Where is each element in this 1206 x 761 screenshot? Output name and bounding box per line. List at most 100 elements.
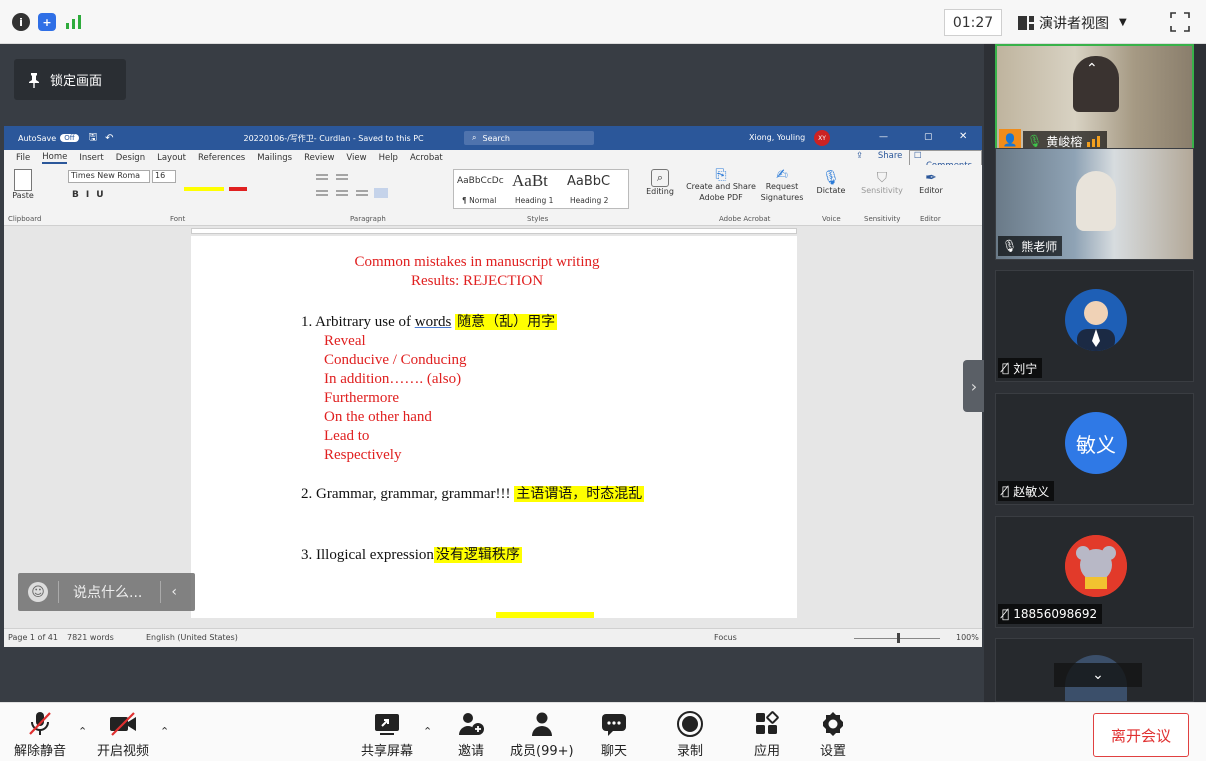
zoom-slider-thumb[interactable]	[897, 633, 900, 643]
unmute-button[interactable]: 解除静音	[14, 709, 66, 759]
gear-icon	[818, 709, 848, 739]
meeting-window: i + 01:27 演讲者视图 ▼ 锁定画面 AutoSave Off 🖫 ↶ …	[0, 0, 1206, 761]
apps-button[interactable]: 应用	[752, 709, 782, 759]
chevron-up-icon[interactable]: ⌃	[160, 725, 169, 738]
chevron-up-icon[interactable]: ⌃	[423, 725, 432, 738]
group-paragraph: Paragraph	[350, 215, 386, 223]
paragraph-tools[interactable]	[314, 171, 434, 211]
style-heading2[interactable]: Heading 2	[570, 196, 608, 205]
participant-tile[interactable]: 敏义 🎙̸ 赵敏义	[995, 393, 1194, 505]
search-placeholder: Search	[482, 133, 510, 143]
undo-icon[interactable]: ↶	[105, 133, 113, 144]
participant-tile[interactable]: 🎙̸ 刘宁	[995, 270, 1194, 382]
menu-mailings[interactable]: Mailings	[257, 153, 292, 163]
font-size-select[interactable]: 16	[152, 170, 176, 183]
chat-input-box[interactable]: ☺ 说点什么... ‹	[18, 573, 195, 611]
word-ruler[interactable]	[4, 226, 982, 236]
status-words[interactable]: 7821 words	[67, 633, 114, 642]
group-voice: Voice	[822, 215, 841, 223]
shield-icon[interactable]: +	[38, 13, 56, 31]
invite-button[interactable]: 邀请	[456, 709, 486, 759]
status-language[interactable]: English (United States)	[146, 633, 238, 642]
status-page[interactable]: Page 1 of 41	[8, 633, 58, 642]
chevron-up-icon[interactable]: ⌃	[78, 725, 87, 738]
chevron-left-icon[interactable]: ‹	[171, 584, 177, 600]
pdf-icon: ⎘	[715, 167, 727, 183]
menu-view[interactable]: View	[346, 153, 366, 163]
style-normal[interactable]: ¶ Normal	[462, 196, 496, 205]
participant-tile[interactable]: ⌄	[995, 638, 1194, 702]
editing-button[interactable]: ⌕ Editing	[645, 169, 675, 196]
menu-design[interactable]: Design	[116, 153, 145, 163]
microphone-muted-icon: 🎙̸	[1002, 607, 1010, 621]
participant-tile[interactable]: ⌃ 👤 🎙 黄峻榕	[995, 44, 1194, 156]
editor-button[interactable]: ✒ Editor	[916, 170, 946, 195]
participant-name-bar: 🎙̸ 18856098692	[998, 604, 1103, 624]
create-share-pdf-button[interactable]: ⎘ Create and Share Adobe PDF	[686, 167, 756, 203]
microphone-muted-icon: 🎙̸	[1002, 361, 1010, 375]
word-filename: 20220106-/写作卫- Curdlan - Saved to this P…	[243, 133, 424, 143]
paste-label: Paste	[12, 191, 34, 200]
word-menu-bar: File Home Insert Design Layout Reference…	[4, 150, 982, 172]
lock-screen-button[interactable]: 锁定画面	[14, 59, 126, 100]
chat-button[interactable]: 聊天	[599, 709, 629, 759]
participant-tile[interactable]: 🎙 熊老师	[995, 148, 1194, 260]
chevron-down-icon: ▼	[1119, 17, 1127, 28]
autosave-toggle[interactable]: Off	[60, 134, 79, 142]
font-color-icon[interactable]	[229, 187, 247, 191]
style-heading1[interactable]: Heading 1	[515, 196, 553, 205]
font-name-select[interactable]: Times New Roma	[68, 170, 150, 183]
group-font: Font	[170, 215, 186, 223]
settings-button[interactable]: 设置	[818, 709, 848, 759]
share-screen-button[interactable]: 共享屏幕	[361, 709, 413, 759]
doc-sub-in-addition: In addition……. (also)	[324, 371, 462, 387]
record-icon	[675, 709, 705, 739]
participant-tile[interactable]: 🎙̸ 18856098692	[995, 516, 1194, 628]
top-bar: i + 01:27 演讲者视图 ▼	[0, 0, 1206, 44]
menu-help[interactable]: Help	[379, 153, 398, 163]
sensitivity-button[interactable]: ⛉ Sensitivity	[859, 170, 905, 195]
document-page[interactable]: Common mistakes in manuscript writing Re…	[191, 236, 797, 618]
editor-label: Editor	[919, 186, 943, 195]
menu-home[interactable]: Home	[42, 152, 68, 164]
menu-insert[interactable]: Insert	[79, 153, 103, 163]
word-document-canvas[interactable]: Common mistakes in manuscript writing Re…	[4, 236, 982, 628]
leave-meeting-button[interactable]: 离开会议	[1093, 713, 1189, 757]
menu-review[interactable]: Review	[304, 153, 334, 163]
fullscreen-icon[interactable]	[1169, 11, 1191, 33]
focus-button[interactable]: Focus	[714, 633, 737, 642]
restore-icon[interactable]: ▢	[924, 132, 933, 142]
chevron-up-icon[interactable]: ⌃	[1086, 61, 1108, 77]
font-format-icons[interactable]: BIU	[72, 190, 111, 200]
participant-name-bar: 🎙̸ 赵敏义	[998, 481, 1055, 501]
microphone-icon: 🎙	[822, 170, 840, 186]
info-icon[interactable]: i	[12, 13, 30, 31]
scroll-down-button[interactable]: ⌄	[1054, 663, 1142, 687]
menu-layout[interactable]: Layout	[157, 153, 186, 163]
view-switch-button[interactable]: 演讲者视图 ▼	[1014, 9, 1154, 36]
menu-acrobat[interactable]: Acrobat	[410, 153, 443, 163]
share-screen-label: 共享屏幕	[361, 744, 414, 759]
save-icon[interactable]: 🖫	[89, 130, 98, 147]
record-button[interactable]: 录制	[675, 709, 705, 759]
request-signatures-button[interactable]: ✍ Request Signatures	[759, 168, 805, 203]
styles-gallery[interactable]: AaBbCcDc ¶ Normal AaBt Heading 1 AaBbC H…	[453, 169, 629, 209]
start-video-button[interactable]: 开启视频	[97, 709, 149, 759]
menu-file[interactable]: File	[16, 153, 30, 163]
members-button[interactable]: 成员(99+)	[510, 709, 574, 759]
minimize-icon[interactable]: —	[879, 132, 888, 142]
share-button[interactable]: ⇪ Share	[856, 151, 902, 161]
participant-name-bar: 🎙̸ 刘宁	[998, 358, 1043, 378]
emoji-icon[interactable]: ☺	[28, 582, 48, 602]
signal-icon[interactable]	[64, 13, 84, 31]
word-search-box[interactable]: ⌕ Search	[464, 131, 594, 145]
dictate-button[interactable]: 🎙 Dictate	[816, 170, 846, 195]
collapse-panel-button[interactable]: ›	[963, 360, 985, 412]
participant-name: 18856098692	[1013, 607, 1098, 621]
menu-references[interactable]: References	[198, 153, 245, 163]
paste-button[interactable]: Paste	[10, 169, 36, 200]
doc-sub-conducive: Conducive / Conducing	[324, 352, 467, 368]
close-icon[interactable]: ✕	[959, 131, 967, 142]
highlight-color-icon[interactable]	[184, 187, 224, 191]
word-user-avatar[interactable]: XY	[814, 130, 830, 146]
